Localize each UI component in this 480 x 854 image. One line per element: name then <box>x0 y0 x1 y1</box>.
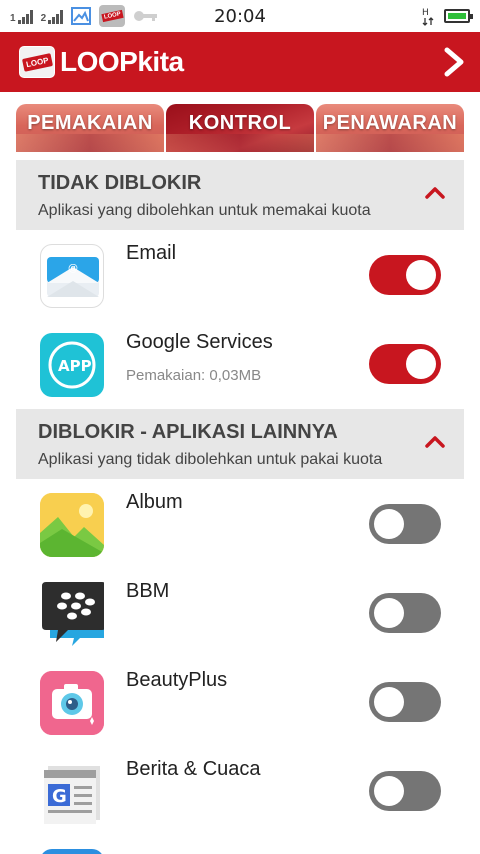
album-toggle[interactable] <box>369 504 441 544</box>
list-item <box>16 835 464 854</box>
app-name: BeautyPlus <box>126 669 228 691</box>
app-usage: Pemakaian: 0,03MB <box>126 367 262 384</box>
app-name: Email <box>126 242 177 264</box>
berita-cuaca-app-icon: G <box>40 760 104 824</box>
list-item: @ Email <box>16 230 464 319</box>
status-bar-right: H <box>422 6 473 26</box>
chevron-right-icon <box>444 47 464 77</box>
battery-icon <box>444 9 473 23</box>
album-app-icon <box>40 493 104 557</box>
status-bar: 1 2 LOOP 20:04 H <box>0 0 480 32</box>
app-logo-text: LOOP <box>21 52 53 72</box>
chevron-up-icon[interactable] <box>424 431 446 453</box>
next-button[interactable] <box>436 44 472 80</box>
tab-kontrol[interactable]: KONTROL <box>166 104 314 152</box>
tab-label: PEMAKAIAN <box>27 112 153 134</box>
network-type-icon: H <box>422 8 434 26</box>
section-title: TIDAK DIBLOKIR <box>38 172 202 194</box>
list-item: BBM <box>16 568 464 657</box>
app-name: Berita & Cuaca <box>126 758 261 780</box>
app-name: Google Services <box>126 331 273 353</box>
section-header-not-blocked[interactable]: TIDAK DIBLOKIR Aplikasi yang dibolehkan … <box>16 160 464 230</box>
bbm-app-icon <box>40 582 104 646</box>
bbm-toggle[interactable] <box>369 593 441 633</box>
list-item: APP Google Services Pemakaian: 0,03MB <box>16 319 464 408</box>
email-toggle[interactable] <box>369 255 441 295</box>
section-subtitle: Aplikasi yang tidak dibolehkan untuk pak… <box>38 451 383 468</box>
tab-pemakaian[interactable]: PEMAKAIAN <box>16 104 164 152</box>
section-title: DIBLOKIR - APLIKASI LAINNYA <box>38 421 338 443</box>
tab-label: PENAWARAN <box>322 112 458 134</box>
email-app-icon: @ <box>40 244 104 308</box>
tab-bar: PEMAKAIAN KONTROL PENAWARAN <box>16 104 464 152</box>
list-item: Album <box>16 479 464 568</box>
list-item: G Berita & Cuaca <box>16 746 464 835</box>
beautyplus-toggle[interactable] <box>369 682 441 722</box>
section-header-blocked[interactable]: DIBLOKIR - APLIKASI LAINNYA Aplikasi yan… <box>16 409 464 479</box>
app-title: LOOPkita <box>60 46 184 77</box>
google-services-toggle[interactable] <box>369 344 441 384</box>
berita-cuaca-toggle[interactable] <box>369 771 441 811</box>
section-subtitle: Aplikasi yang dibolehkan untuk memakai k… <box>38 202 371 219</box>
tab-label: KONTROL <box>188 112 292 134</box>
beautyplus-app-icon <box>40 671 104 735</box>
google-services-app-icon: APP <box>40 333 104 397</box>
svg-text:@: @ <box>68 263 78 274</box>
app-name: Album <box>126 491 183 513</box>
tab-penawaran[interactable]: PENAWARAN <box>316 104 464 152</box>
app-logo: LOOP <box>19 46 55 78</box>
svg-text:APP: APP <box>58 357 92 375</box>
chevron-up-icon[interactable] <box>424 182 446 204</box>
svg-text:H: H <box>422 8 429 18</box>
app-name: BBM <box>126 580 170 602</box>
app-bar: LOOP LOOPkita <box>0 32 480 92</box>
svg-text:G: G <box>52 786 67 807</box>
status-time: 20:04 <box>214 6 266 27</box>
partial-app-icon <box>40 849 104 854</box>
list-item: BeautyPlus <box>16 657 464 746</box>
